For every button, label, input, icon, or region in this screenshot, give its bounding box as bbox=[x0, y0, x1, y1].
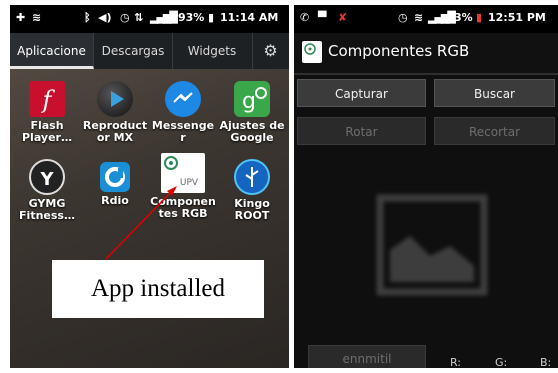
app-title-bar: Componentes RGB bbox=[294, 33, 558, 75]
battery-low-icon: ▮ bbox=[476, 11, 483, 24]
crop-button[interactable]: Recortar bbox=[434, 117, 555, 145]
whatsapp-icon: ✆ bbox=[300, 11, 310, 24]
missed-call-icon: ✘ bbox=[338, 11, 348, 24]
blue-value-label: B: bbox=[540, 356, 552, 368]
rotate-button[interactable]: Rotar bbox=[297, 117, 426, 145]
battery-percent: 3% bbox=[454, 11, 473, 24]
green-value-label: G: bbox=[495, 356, 508, 368]
left-phone-screenshot: ✚ ≋ ᛒ ◀) ◷ ⇅ ▂▄▆█ 93% ▮ 11:14 AM Aplicac… bbox=[10, 5, 289, 368]
app-logo-icon bbox=[302, 41, 322, 63]
capture-button[interactable]: Capturar bbox=[297, 79, 426, 107]
alarm-icon: ◷ bbox=[398, 11, 408, 24]
wifi-icon: ≋ bbox=[414, 11, 424, 24]
right-phone-screenshot: ✆ ▀ ✘ ◷ ≋ ▂▄▆█ 3% ▮ 12:51 PM Componentes… bbox=[294, 5, 558, 368]
image-placeholder-icon bbox=[376, 194, 488, 296]
signal-icon: ▂▄▆█ bbox=[428, 11, 456, 24]
extra-button[interactable]: ennmitil bbox=[308, 345, 426, 368]
page-title: Componentes RGB bbox=[328, 42, 470, 60]
search-button[interactable]: Buscar bbox=[434, 79, 555, 107]
red-value-label: R: bbox=[450, 356, 462, 368]
clock: 12:51 PM bbox=[488, 11, 546, 24]
app-installed-callout: App installed bbox=[52, 260, 264, 318]
status-bar: ✆ ▀ ✘ ◷ ≋ ▂▄▆█ 3% ▮ 12:51 PM bbox=[294, 5, 558, 33]
notification-icon: ▀ bbox=[318, 11, 327, 24]
